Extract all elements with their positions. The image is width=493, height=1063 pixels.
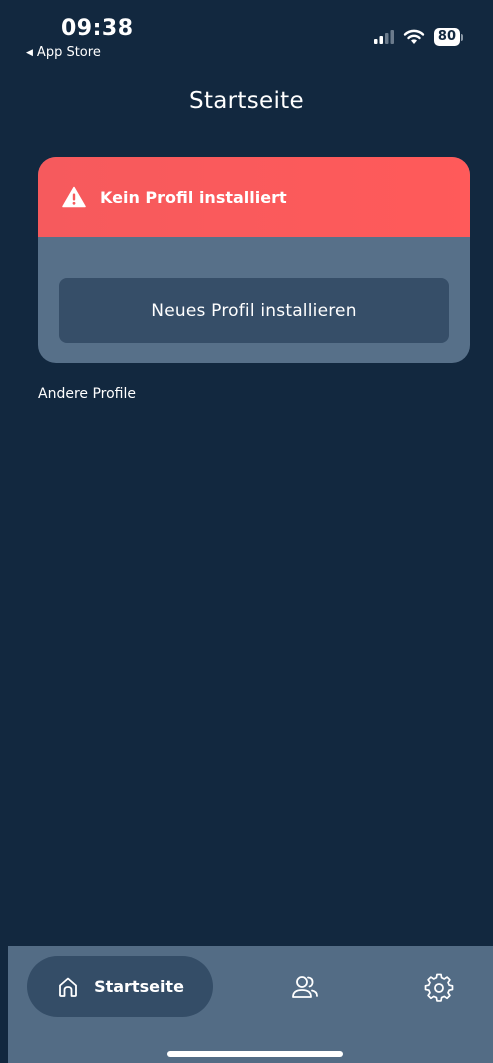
signal-icon	[373, 30, 394, 44]
wifi-icon	[403, 29, 425, 44]
back-app-label: App Store	[36, 45, 101, 60]
back-to-app-link[interactable]: ◀ App Store	[26, 45, 101, 60]
battery-level: 80	[433, 28, 460, 46]
home-indicator	[167, 1051, 343, 1057]
other-profiles-heading: Andere Profile	[38, 386, 136, 402]
users-icon[interactable]	[290, 973, 320, 1003]
tab-home-label: Startseite	[94, 977, 184, 996]
app-screen: 09:38 ◀ App Store 80 Startseite Kein Pro…	[0, 0, 493, 1063]
bottom-tab-bar: Startseite	[8, 946, 493, 1063]
battery-icon: 80	[433, 28, 463, 46]
warning-text: Kein Profil installiert	[100, 187, 287, 207]
gear-icon[interactable]	[424, 973, 454, 1003]
home-icon	[59, 977, 77, 997]
warning-icon	[62, 186, 86, 208]
page-title: Startseite	[189, 88, 304, 114]
profile-status-card: Kein Profil installiert Neues Profil ins…	[38, 157, 470, 363]
no-profile-warning-banner: Kein Profil installiert	[38, 157, 470, 237]
status-indicators: 80	[373, 28, 463, 46]
battery-tip	[461, 33, 463, 41]
install-new-profile-button[interactable]: Neues Profil installieren	[59, 278, 449, 343]
back-arrow-icon: ◀	[26, 47, 33, 58]
status-time: 09:38	[61, 16, 134, 41]
tab-home[interactable]: Startseite	[27, 956, 213, 1017]
